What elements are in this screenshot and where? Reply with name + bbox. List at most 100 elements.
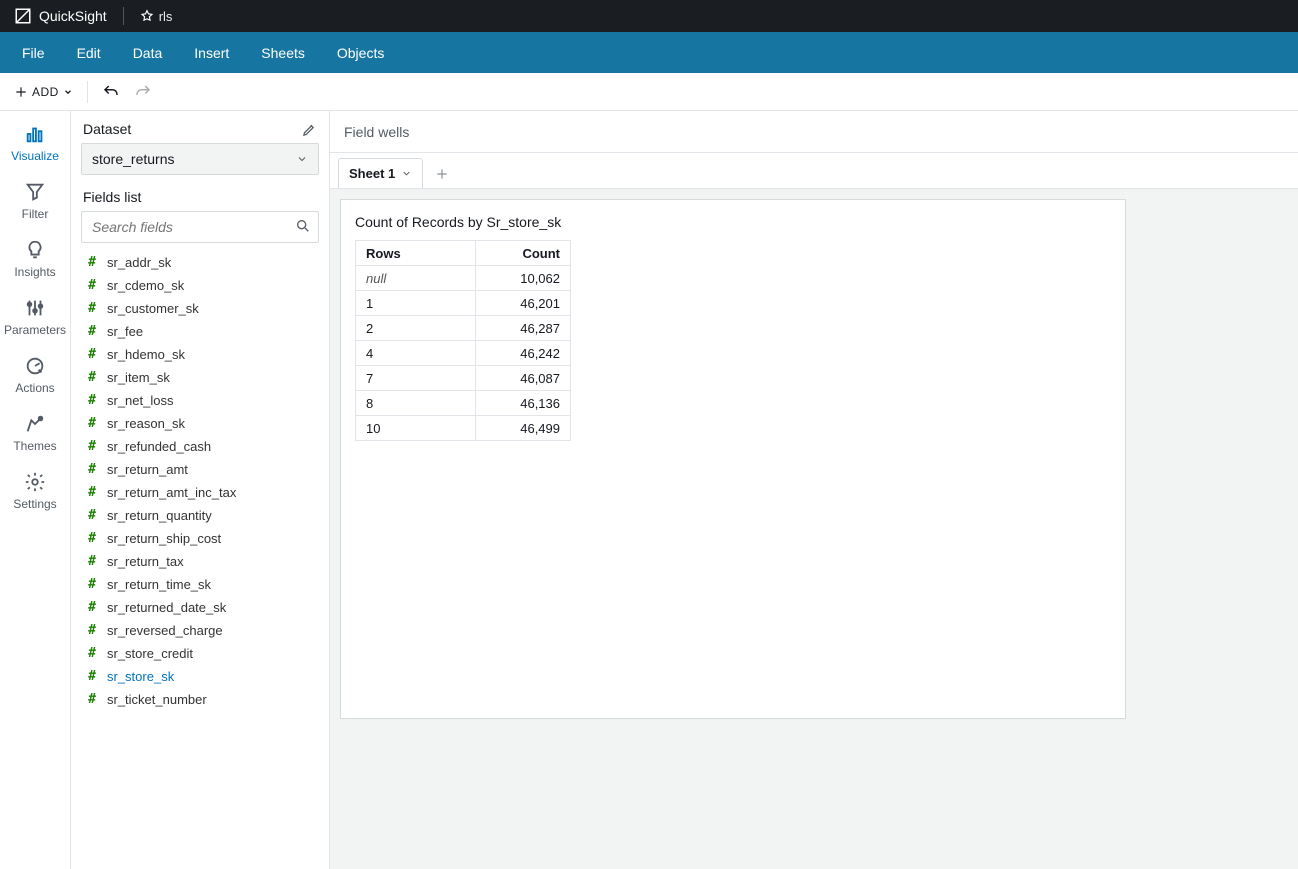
number-type-icon: # bbox=[85, 393, 99, 408]
search-fields-input[interactable] bbox=[81, 211, 319, 243]
field-name: sr_store_sk bbox=[107, 669, 174, 684]
edit-dataset-button[interactable] bbox=[302, 122, 317, 137]
field-name: sr_hdemo_sk bbox=[107, 347, 185, 362]
dataset-select[interactable]: store_returns bbox=[81, 143, 319, 175]
rail-item-label: Parameters bbox=[4, 323, 66, 337]
favorite-toggle[interactable]: rls bbox=[140, 9, 173, 24]
field-sr_hdemo_sk[interactable]: #sr_hdemo_sk bbox=[75, 343, 325, 366]
parameters-icon bbox=[24, 297, 46, 319]
number-type-icon: # bbox=[85, 301, 99, 316]
row-value: 46,287 bbox=[476, 316, 571, 341]
field-sr_addr_sk[interactable]: #sr_addr_sk bbox=[75, 251, 325, 274]
field-sr_fee[interactable]: #sr_fee bbox=[75, 320, 325, 343]
app-logo[interactable]: QuickSight bbox=[14, 7, 107, 25]
menu-item-sheets[interactable]: Sheets bbox=[249, 32, 317, 73]
sheet-tab[interactable]: Sheet 1 bbox=[338, 158, 423, 188]
undo-button[interactable] bbox=[102, 83, 120, 101]
field-sr_reversed_charge[interactable]: # sr_reversed_charge bbox=[75, 619, 325, 642]
add-sheet-button[interactable] bbox=[425, 160, 459, 188]
menu-item-insert[interactable]: Insert bbox=[182, 32, 241, 73]
topbar-divider bbox=[123, 7, 124, 25]
themes-icon bbox=[24, 413, 46, 435]
table-row[interactable]: 146,201 bbox=[356, 291, 571, 316]
field-name: sr_refunded_cash bbox=[107, 439, 211, 454]
field-name: sr_reversed_charge bbox=[107, 623, 223, 638]
field-sr_return_time_sk[interactable]: # sr_return_time_sk bbox=[75, 573, 325, 596]
pivot-table: Rows Count null10,062146,201246,287446,2… bbox=[355, 240, 571, 441]
rail-item-filter[interactable]: Filter bbox=[22, 181, 49, 221]
table-row[interactable]: 846,136 bbox=[356, 391, 571, 416]
number-type-icon: # bbox=[85, 623, 99, 638]
field-sr_return_amt[interactable]: # sr_return_amt bbox=[75, 458, 325, 481]
rail-item-label: Themes bbox=[13, 439, 56, 453]
filter-icon bbox=[24, 181, 46, 203]
row-key: null bbox=[356, 266, 476, 291]
field-name: sr_cdemo_sk bbox=[107, 278, 184, 293]
rail-item-insights[interactable]: Insights bbox=[14, 239, 55, 279]
menu-item-file[interactable]: File bbox=[10, 32, 57, 73]
rail-item-themes[interactable]: Themes bbox=[13, 413, 56, 453]
workspace[interactable]: Count of Records by Sr_store_sk Rows Cou… bbox=[330, 189, 1298, 869]
left-rail: Visualize Filter Insights Parameters Actions… bbox=[0, 111, 71, 869]
field-name: sr_return_time_sk bbox=[107, 577, 211, 592]
field-wells-bar[interactable]: Field wells bbox=[330, 111, 1298, 153]
field-name: sr_return_amt_inc_tax bbox=[107, 485, 236, 500]
field-sr_return_tax[interactable]: #sr_return_tax bbox=[75, 550, 325, 573]
rail-item-settings[interactable]: Settings bbox=[13, 471, 56, 511]
field-name: sr_reason_sk bbox=[107, 416, 185, 431]
add-button[interactable]: ADD bbox=[14, 85, 73, 99]
field-name: sr_return_tax bbox=[107, 554, 184, 569]
visualize-icon bbox=[24, 123, 46, 145]
number-type-icon: # bbox=[85, 324, 99, 339]
table-header-count[interactable]: Count bbox=[476, 241, 571, 266]
field-sr_customer_sk[interactable]: #sr_customer_sk bbox=[75, 297, 325, 320]
field-sr_reason_sk[interactable]: # sr_reason_sk bbox=[75, 412, 325, 435]
field-sr_returned_date_sk[interactable]: #sr_returned_date_sk bbox=[75, 596, 325, 619]
number-type-icon: # bbox=[85, 646, 99, 661]
dataset-selected-value: store_returns bbox=[92, 151, 174, 167]
number-type-icon: # bbox=[85, 462, 99, 477]
number-type-icon: # bbox=[85, 577, 99, 592]
number-type-icon: # bbox=[85, 370, 99, 385]
field-sr_item_sk[interactable]: #sr_item_sk bbox=[75, 366, 325, 389]
field-sr_return_ship_cost[interactable]: #sr_return_ship_cost bbox=[75, 527, 325, 550]
row-key: 2 bbox=[356, 316, 476, 341]
field-sr_store_credit[interactable]: #sr_store_credit bbox=[75, 642, 325, 665]
field-name: sr_returned_date_sk bbox=[107, 600, 226, 615]
row-key: 10 bbox=[356, 416, 476, 441]
field-name: sr_return_amt bbox=[107, 462, 188, 477]
field-sr_store_sk[interactable]: #sr_store_sk bbox=[75, 665, 325, 688]
field-name: sr_net_loss bbox=[107, 393, 173, 408]
table-row[interactable]: 246,287 bbox=[356, 316, 571, 341]
field-sr_return_amt_inc_tax[interactable]: #sr_return_amt_inc_tax bbox=[75, 481, 325, 504]
sheet-tab-label: Sheet 1 bbox=[349, 166, 395, 181]
field-sr_cdemo_sk[interactable]: # sr_cdemo_sk bbox=[75, 274, 325, 297]
redo-button[interactable] bbox=[134, 83, 152, 101]
table-header-rows[interactable]: Rows bbox=[356, 241, 476, 266]
table-row[interactable]: 446,242 bbox=[356, 341, 571, 366]
field-sr_ticket_number[interactable]: #sr_ticket_number bbox=[75, 688, 325, 711]
rail-item-label: Filter bbox=[22, 207, 49, 221]
visual-pivot-table[interactable]: Count of Records by Sr_store_sk Rows Cou… bbox=[340, 199, 1126, 719]
fields-list: #sr_addr_sk#sr_cdemo_sk#sr_customer_sk#s… bbox=[71, 251, 329, 869]
number-type-icon: # bbox=[85, 278, 99, 293]
rail-item-visualize[interactable]: Visualize bbox=[11, 123, 59, 163]
rail-item-parameters[interactable]: Parameters bbox=[4, 297, 66, 337]
field-sr_refunded_cash[interactable]: #sr_refunded_cash bbox=[75, 435, 325, 458]
table-row[interactable]: null10,062 bbox=[356, 266, 571, 291]
dataset-panel: Dataset store_returns Fields list #sr_ad… bbox=[71, 111, 330, 869]
toolbar: ADD bbox=[0, 73, 1298, 111]
row-value: 10,062 bbox=[476, 266, 571, 291]
rail-item-label: Settings bbox=[13, 497, 56, 511]
number-type-icon: # bbox=[85, 416, 99, 431]
field-sr_net_loss[interactable]: # sr_net_loss bbox=[75, 389, 325, 412]
table-row[interactable]: 1046,499 bbox=[356, 416, 571, 441]
chevron-down-icon bbox=[401, 168, 412, 179]
table-row[interactable]: 746,087 bbox=[356, 366, 571, 391]
menu-item-objects[interactable]: Objects bbox=[325, 32, 396, 73]
field-sr_return_quantity[interactable]: #sr_return_quantity bbox=[75, 504, 325, 527]
menu-item-data[interactable]: Data bbox=[121, 32, 175, 73]
menu-item-edit[interactable]: Edit bbox=[65, 32, 113, 73]
field-name: sr_ticket_number bbox=[107, 692, 207, 707]
rail-item-actions[interactable]: Actions bbox=[15, 355, 54, 395]
